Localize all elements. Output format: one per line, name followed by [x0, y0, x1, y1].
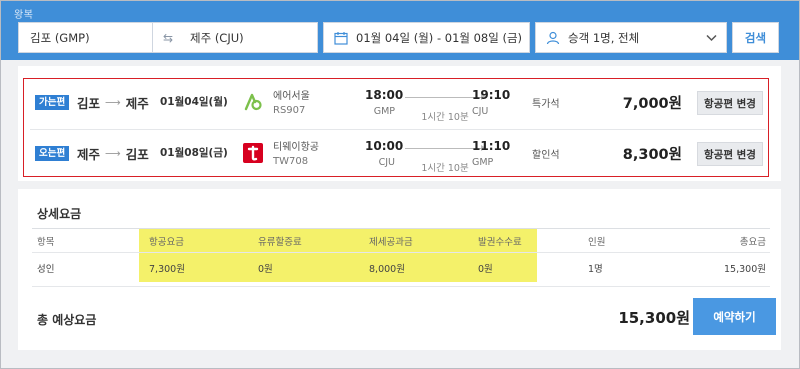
arrival-time: 11:10 — [472, 139, 511, 153]
route-to: 김포 — [125, 147, 149, 162]
trip-type-label: 왕복 — [14, 10, 34, 21]
leg-divider — [30, 129, 766, 130]
airline-info: 에어서울 RS907 — [273, 90, 310, 118]
fare-header-row: 항목 항공요금 유류할증료 제세공과금 발권수수료 인원 총요금 — [32, 228, 770, 253]
route-arrow-icon: ⟶ — [105, 96, 121, 109]
leg-tag: 오는편 — [35, 146, 70, 161]
change-flight-button[interactable]: 항공편 변경 — [697, 142, 763, 166]
arrival: 19:10 CJU — [472, 88, 510, 117]
header-total: 총요금 — [739, 236, 766, 248]
fare-divider — [32, 286, 770, 287]
arrival-time: 19:10 — [472, 88, 511, 102]
cell-passengers: 1명 — [588, 263, 603, 275]
fare-table: 항목 항공요금 유류할증료 제세공과금 발권수수료 인원 총요금 성인 7,30… — [32, 228, 770, 282]
leg-price: 7,000원 — [622, 96, 682, 112]
search-button[interactable]: 검색 — [732, 22, 779, 53]
cell-airfare: 7,300원 — [149, 263, 185, 275]
change-flight-button[interactable]: 항공편 변경 — [697, 91, 763, 115]
seat-class: 특가석 — [532, 99, 560, 110]
departure-time: 18:00 — [365, 88, 404, 102]
route-arrow-icon: ⟶ — [105, 147, 121, 160]
leg-outbound: 가는편 김포 ⟶ 제주 01월04일(월) 에어서울 RS907 18:00 G… — [25, 81, 767, 126]
departure: 18:00 GMP — [365, 88, 404, 117]
cell-type: 성인 — [37, 263, 55, 275]
user-icon — [546, 31, 560, 44]
header-airfare: 항공요금 — [149, 236, 184, 248]
table-row: 성인 7,300원 0원 8,000원 0원 1명 15,300원 — [32, 253, 770, 282]
cell-fuel-surcharge: 0원 — [258, 263, 273, 275]
reserve-button[interactable]: 예약하기 — [693, 298, 776, 335]
arrival-code: CJU — [472, 106, 489, 117]
leg-return: 오는편 제주 ⟶ 김포 01월08일(금) 티웨이항공 TW708 10:00 … — [25, 132, 767, 177]
leg-route: 김포 ⟶ 제주 — [77, 93, 149, 112]
destination-field[interactable]: 제주 (CJU) — [183, 22, 318, 53]
route-from: 김포 — [77, 96, 101, 111]
leg-date: 01월04일(월) — [160, 96, 228, 108]
fare-detail-title: 상세요금 — [37, 207, 82, 221]
leg-date: 01월08일(금) — [160, 147, 228, 159]
airline-info: 티웨이항공 TW708 — [273, 141, 319, 169]
destination-value: 제주 (CJU) — [190, 30, 244, 45]
arrival-code: GMP — [472, 157, 494, 168]
swap-icon: ⇆ — [162, 30, 174, 45]
airline-name: 에어서울 — [273, 91, 310, 102]
origin-field[interactable]: 김포 (GMP) — [18, 22, 153, 53]
swap-button[interactable]: ⇆ — [153, 22, 183, 53]
leg-price: 8,300원 — [622, 147, 682, 163]
seat-class: 할인석 — [532, 150, 560, 161]
route-from: 제주 — [77, 147, 101, 162]
total-label: 총 예상요금 — [37, 313, 97, 327]
tway-logo-icon — [243, 143, 263, 163]
passenger-select[interactable]: 승객 1명, 전체 — [535, 22, 727, 53]
flight-number: RS907 — [273, 105, 306, 116]
cell-total: 15,300원 — [724, 263, 766, 275]
calendar-icon — [334, 31, 348, 45]
departure: 10:00 CJU — [365, 139, 404, 168]
cell-taxes: 8,000원 — [369, 263, 405, 275]
header-ticketing-fee: 발권수수료 — [478, 236, 522, 248]
flight-number: TW708 — [273, 156, 309, 167]
total-price: 15,300원 — [618, 309, 690, 327]
header-taxes: 제세공과금 — [369, 236, 413, 248]
passenger-value: 승객 1명, 전체 — [568, 30, 640, 45]
departure-code: GMP — [373, 106, 395, 117]
header-item: 항목 — [37, 236, 55, 248]
date-range-field[interactable]: 01월 04일 (월) - 01월 08일 (금) — [323, 22, 530, 53]
air-seoul-logo-icon — [244, 93, 262, 111]
origin-value: 김포 (GMP) — [30, 30, 90, 45]
header-passengers: 인원 — [588, 236, 606, 248]
route-to: 제주 — [125, 96, 149, 111]
header-fuel-surcharge: 유류할증료 — [258, 236, 302, 248]
arrival: 11:10 GMP — [472, 139, 510, 168]
date-range-value: 01월 04일 (월) - 01월 08일 (금) — [356, 30, 523, 45]
airline-name: 티웨이항공 — [273, 142, 319, 153]
cell-ticketing-fee: 0원 — [478, 263, 493, 275]
chevron-down-icon — [706, 34, 717, 42]
departure-time: 10:00 — [365, 139, 404, 153]
leg-tag: 가는편 — [35, 95, 70, 110]
leg-route: 제주 ⟶ 김포 — [77, 144, 149, 163]
departure-code: CJU — [378, 157, 395, 168]
